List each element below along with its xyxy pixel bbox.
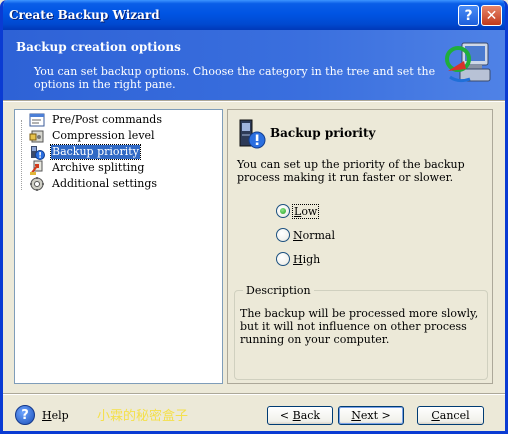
wizard-header: Backup creation options You can set back… bbox=[3, 30, 505, 100]
tree-item-label: Backup priority bbox=[50, 144, 141, 160]
radio-priority-high[interactable]: High bbox=[276, 250, 320, 268]
radio-priority-low[interactable]: Low bbox=[276, 202, 320, 220]
pane-description: You can set up the priority of the backu… bbox=[237, 158, 465, 184]
titlebar-close-button[interactable]: ✕ bbox=[481, 5, 502, 26]
radio-label-low: Low bbox=[291, 203, 320, 219]
next-button[interactable]: Next > bbox=[338, 406, 404, 425]
radio-circle[interactable] bbox=[276, 228, 290, 242]
pane-title: Backup priority bbox=[270, 126, 376, 140]
tree-item-label: Pre/Post commands bbox=[52, 113, 162, 126]
radio-circle[interactable] bbox=[276, 204, 290, 218]
titlebar-help-button[interactable]: ? bbox=[458, 5, 479, 26]
priority-icon bbox=[31, 146, 45, 160]
title-bar[interactable]: Create Backup Wizard ? ✕ bbox=[3, 0, 505, 30]
watermark-text: 小霖的秘密盒子 bbox=[97, 409, 189, 424]
commands-icon bbox=[29, 113, 45, 127]
compression-icon bbox=[29, 130, 44, 143]
tree-item-label: Archive splitting bbox=[52, 161, 145, 174]
tree-item-label: Compression level bbox=[52, 129, 155, 142]
help-button[interactable]: ? Help bbox=[15, 405, 69, 425]
description-group: Description The backup will be processed… bbox=[234, 284, 488, 380]
radio-label-high: High bbox=[293, 252, 321, 266]
cancel-button[interactable]: Cancel bbox=[417, 406, 484, 425]
header-title: Backup creation options bbox=[16, 40, 181, 54]
backup-options-icon bbox=[445, 42, 491, 83]
tree-item-pre-post-commands[interactable]: Pre/Post commands bbox=[29, 112, 163, 128]
tree-item-compression-level[interactable]: Compression level bbox=[29, 128, 156, 144]
tree-item-additional-settings[interactable]: Additional settings bbox=[29, 176, 158, 192]
options-pane: Backup priority You can set up the prior… bbox=[227, 109, 493, 384]
tree-item-label: Additional settings bbox=[52, 177, 158, 190]
help-label: Help bbox=[42, 408, 69, 422]
window-title: Create Backup Wizard bbox=[9, 8, 160, 22]
close-icon: ✕ bbox=[485, 7, 498, 24]
back-label: < Back bbox=[279, 409, 321, 422]
help-icon: ? bbox=[15, 405, 35, 425]
footer-separator bbox=[3, 393, 505, 395]
description-text: The backup will be processed more slowly… bbox=[240, 307, 479, 346]
splitting-icon bbox=[30, 160, 43, 175]
radio-priority-normal[interactable]: Normal bbox=[276, 226, 335, 244]
tree-item-archive-splitting[interactable]: Archive splitting bbox=[29, 160, 145, 176]
options-tree[interactable]: Pre/Post commands Compression level Back… bbox=[14, 109, 223, 384]
header-description: You can set backup options. Choose the c… bbox=[34, 65, 436, 91]
next-label: Next > bbox=[351, 409, 391, 422]
description-group-label: Description bbox=[243, 284, 314, 297]
settings-icon bbox=[30, 177, 44, 191]
question-icon: ? bbox=[464, 7, 473, 24]
cancel-label: Cancel bbox=[431, 409, 470, 422]
priority-icon bbox=[239, 119, 266, 149]
back-button[interactable]: < Back bbox=[267, 406, 333, 425]
tree-item-backup-priority[interactable]: Backup priority bbox=[29, 144, 141, 160]
radio-circle[interactable] bbox=[276, 252, 290, 266]
wizard-window: Create Backup Wizard ? ✕ Backup creation… bbox=[0, 0, 508, 434]
header-separator bbox=[3, 100, 505, 102]
radio-label-normal: Normal bbox=[293, 228, 336, 242]
